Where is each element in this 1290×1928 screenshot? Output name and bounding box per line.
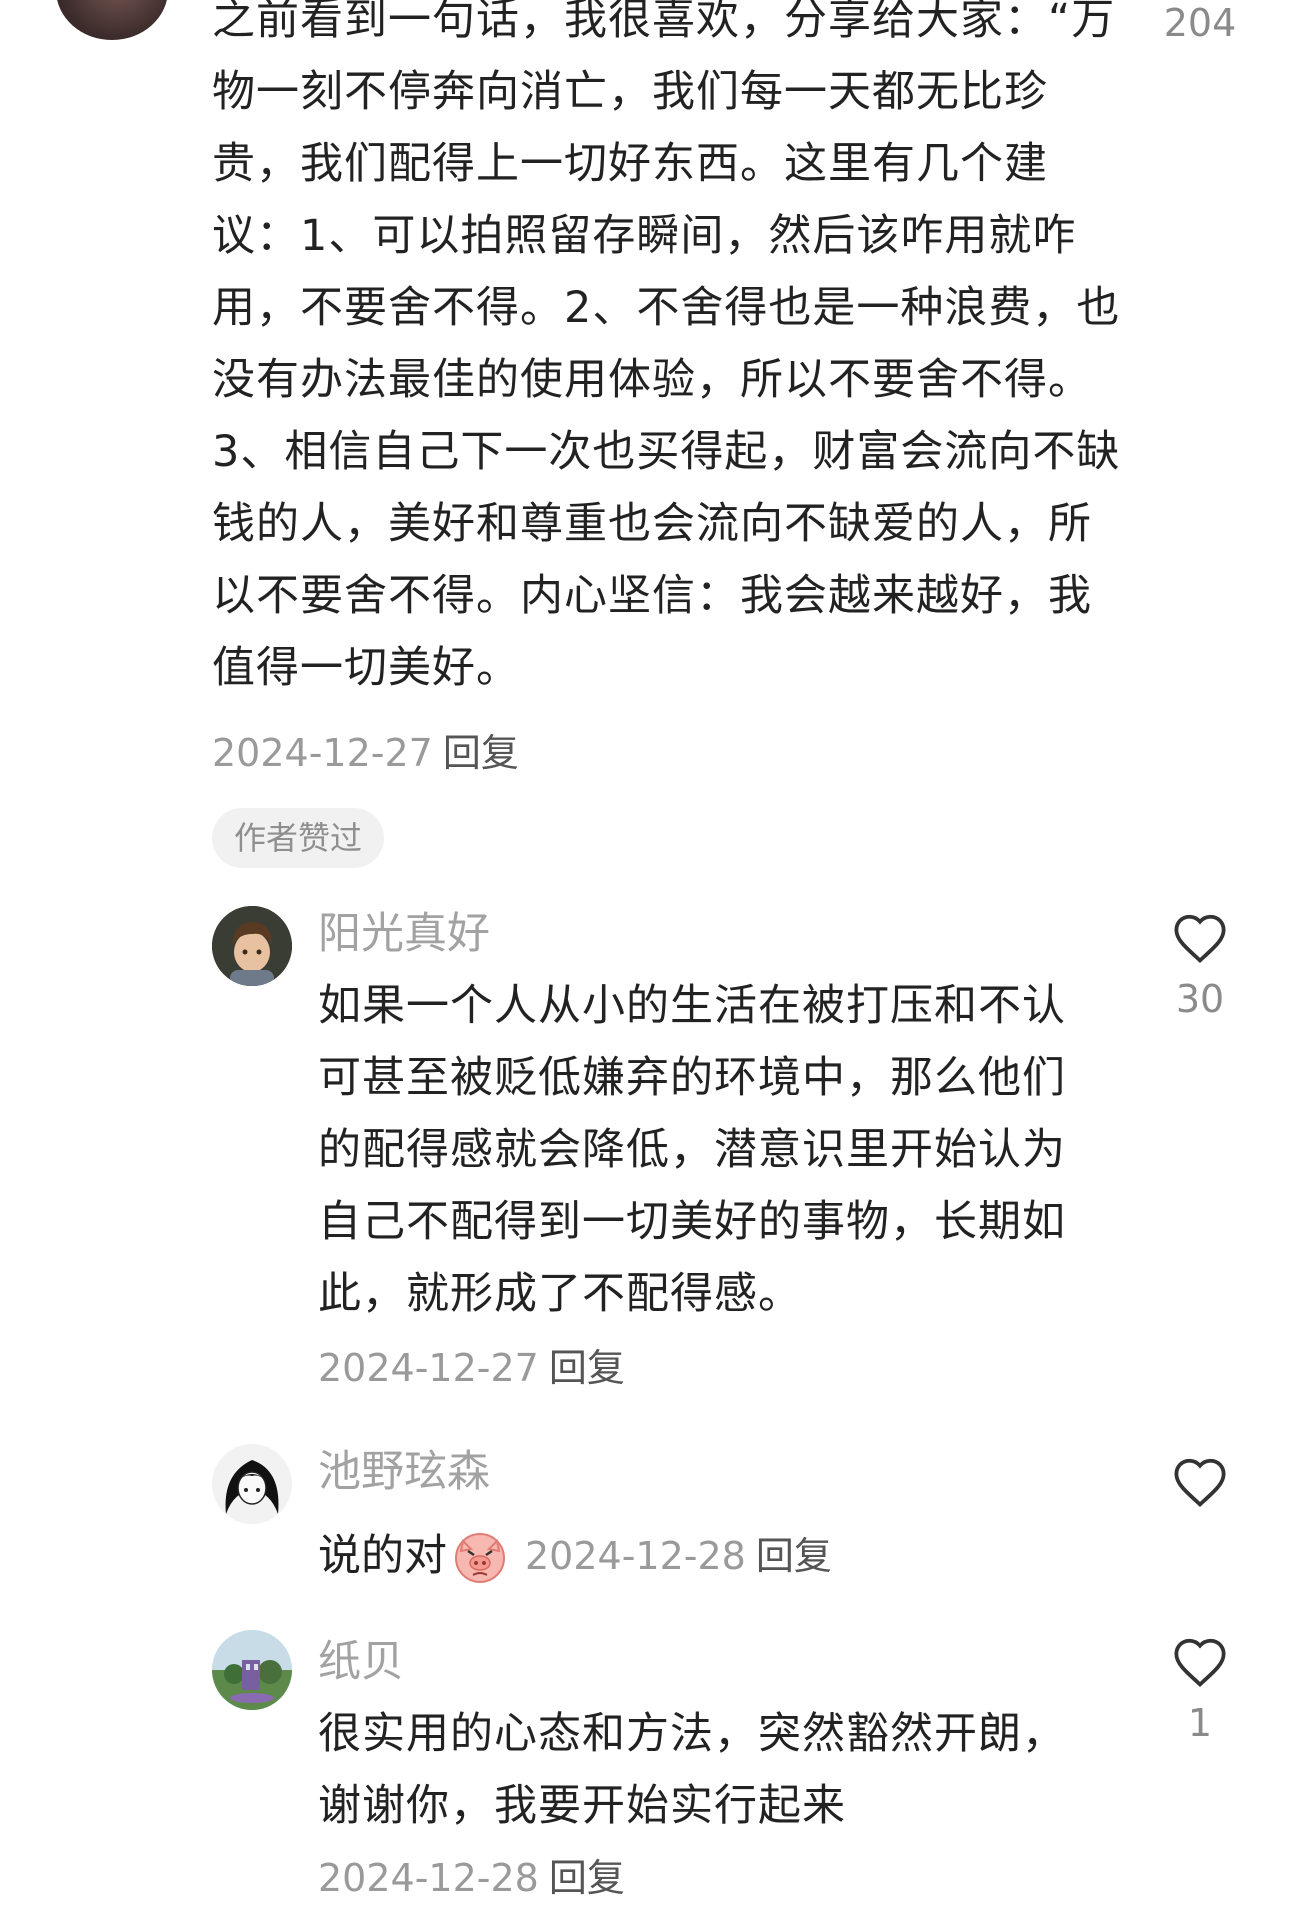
landscape-avatar-icon: [212, 1630, 292, 1710]
avatar[interactable]: [56, 0, 168, 40]
like-button[interactable]: 1: [1150, 1636, 1250, 1746]
reply-date: 2024-12-28: [525, 1534, 746, 1578]
heart-icon: [1174, 1638, 1226, 1688]
pig-face-emoji-icon: [455, 1533, 505, 1583]
username[interactable]: 池野玹森: [318, 1446, 490, 1498]
heart-icon: [1174, 1458, 1226, 1508]
boy-avatar-icon: [212, 906, 292, 986]
reply-meta: 2024-12-27 回复: [318, 1345, 625, 1391]
reply-meta: 2024-12-28 回复: [318, 1855, 625, 1901]
reply-button[interactable]: 回复: [443, 731, 519, 775]
reply-text: 说的对: [318, 1531, 447, 1581]
reply-button[interactable]: 回复: [756, 1520, 832, 1592]
reply-button[interactable]: 回复: [549, 1856, 625, 1900]
reply-date: 2024-12-28: [318, 1856, 539, 1900]
reply-text: 很实用的心态和方法，突然豁然开朗，谢谢你，我要开始实行起来: [318, 1709, 1066, 1831]
heart-icon: [1174, 914, 1226, 964]
anime-girl-avatar-icon: [212, 1444, 292, 1524]
comment-meta: 2024-12-27 回复: [212, 730, 519, 776]
username[interactable]: 纸贝: [318, 1636, 404, 1688]
comment-text: 之前看到一句话，我很喜欢，分享给大家：“万物一刻不停奔向消亡，我们每一天都无比珍…: [212, 0, 1121, 693]
reply-button[interactable]: 回复: [549, 1346, 625, 1390]
like-button[interactable]: 30: [1150, 912, 1250, 1022]
reply-date: 2024-12-27: [318, 1346, 539, 1390]
like-count: 30: [1175, 977, 1225, 1021]
avatar[interactable]: [212, 1630, 292, 1710]
like-button[interactable]: [1150, 1456, 1250, 1520]
reply-content-row: 说的对 2024-12-28 回复: [318, 1520, 832, 1592]
username[interactable]: 阳光真好: [318, 908, 490, 960]
comment-date: 2024-12-27: [212, 731, 433, 775]
like-count: 204: [1163, 1, 1237, 45]
avatar[interactable]: [212, 906, 292, 986]
like-count: 1: [1187, 1701, 1213, 1745]
author-liked-badge: 作者赞过: [212, 808, 385, 868]
like-count-group[interactable]: 204: [1150, 0, 1250, 46]
reply-text: 如果一个人从小的生活在被打压和不认可甚至被贬低嫌弃的环境中，那么他们的配得感就会…: [318, 981, 1066, 1319]
avatar[interactable]: [212, 1444, 292, 1524]
